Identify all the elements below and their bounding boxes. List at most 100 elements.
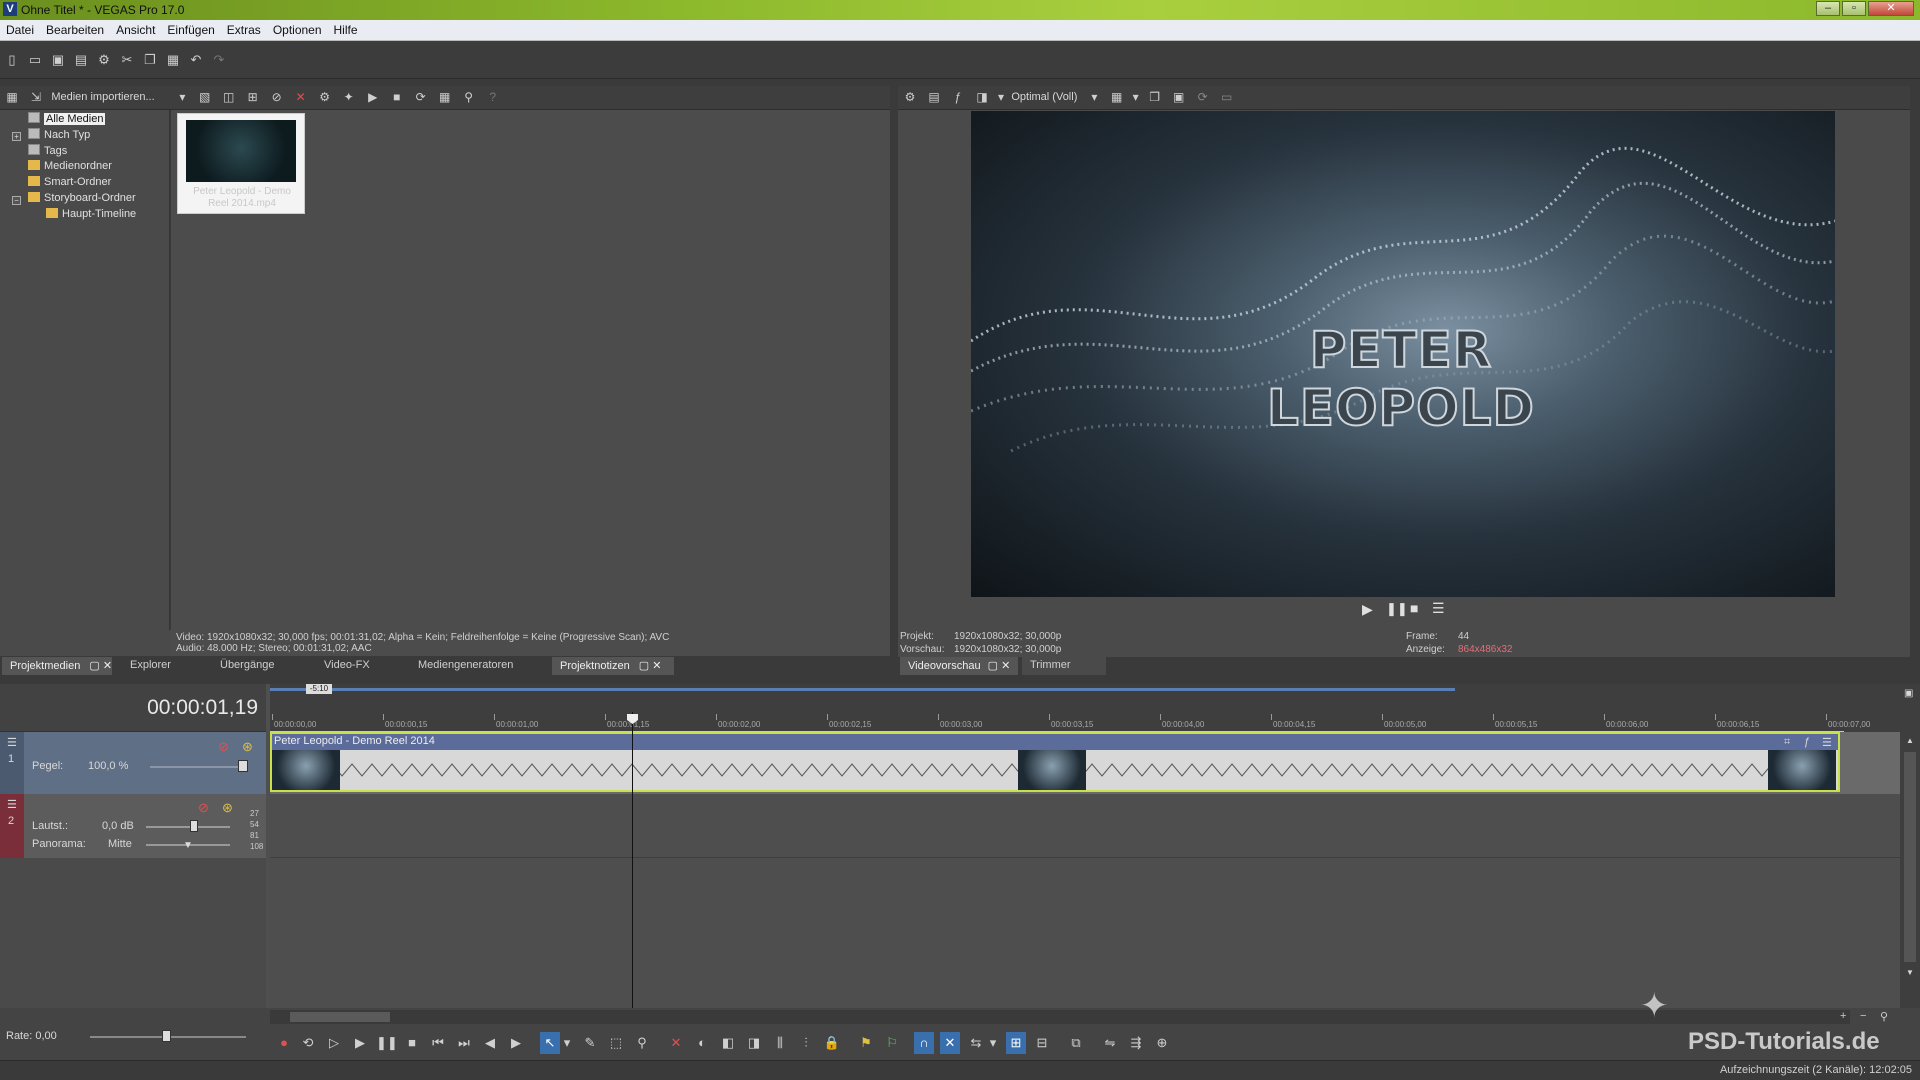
sync-icon[interactable]: ⟳ xyxy=(1194,88,1212,106)
tab-close-icon[interactable]: ✕ xyxy=(103,660,112,672)
track-menu-icon[interactable]: ☰ xyxy=(7,798,24,811)
insert-region-icon[interactable]: ⚐ xyxy=(882,1032,902,1054)
undock-icon[interactable]: ▢ xyxy=(89,660,99,672)
dropdown-icon[interactable]: ▾ xyxy=(997,88,1005,106)
track1-level-thumb[interactable] xyxy=(238,760,248,772)
undock-icon[interactable]: ▢ xyxy=(988,660,998,672)
clip-crop-icon[interactable]: ⌗ xyxy=(1784,736,1790,749)
collapse-icon[interactable]: − xyxy=(12,196,21,205)
mute-icon[interactable]: ⊘ xyxy=(218,739,229,755)
video-fx-icon[interactable]: ƒ xyxy=(949,88,967,106)
track-menu-icon[interactable]: ☰ xyxy=(7,736,24,749)
new-file-icon[interactable]: ▯ xyxy=(4,52,20,68)
ripple-mode-icon[interactable]: ⇆ xyxy=(966,1032,986,1054)
dropdown-icon[interactable]: ▾ xyxy=(1090,88,1098,106)
tree-item-nach-typ[interactable]: Nach Typ xyxy=(28,128,90,144)
tab-uebergaenge[interactable]: Übergänge xyxy=(212,657,282,675)
menu-extras[interactable]: Extras xyxy=(221,20,267,37)
tab-projektmedien[interactable]: Projektmedien ▢ ✕ xyxy=(2,657,112,675)
go-to-end-icon[interactable]: ⏭ xyxy=(454,1032,474,1054)
insert-marker-icon[interactable]: ⚑ xyxy=(856,1032,876,1054)
previous-frame-icon[interactable]: ◀ xyxy=(480,1032,500,1054)
loop-playback-icon[interactable]: ⟲ xyxy=(298,1032,318,1054)
vertical-scroll-thumb[interactable] xyxy=(1904,752,1916,962)
timeline-ruler[interactable]: -5:10 00:00:00,00 00:00:00,15 00:00:01,00 0… xyxy=(270,684,1900,733)
undo-icon[interactable]: ↶ xyxy=(188,52,204,68)
properties-gear-icon[interactable]: ⚙ xyxy=(96,52,112,68)
playhead-line[interactable] xyxy=(632,712,633,1008)
scroll-up-icon[interactable]: ▲ xyxy=(1906,736,1920,745)
tab-videovorschau[interactable]: Videovorschau ▢ ✕ xyxy=(900,657,1018,675)
ignore-grouping-icon[interactable]: ⊟ xyxy=(1032,1032,1052,1054)
tab-projektnotizen[interactable]: Projektnotizen ▢ ✕ xyxy=(552,657,674,675)
envelope-tool-icon[interactable]: ✎ xyxy=(580,1032,600,1054)
capture-icon[interactable]: ▧ xyxy=(196,88,214,106)
mute-icon[interactable]: ⊘ xyxy=(198,800,209,816)
expand-icon[interactable]: + xyxy=(12,132,21,141)
menu-hilfe[interactable]: Hilfe xyxy=(328,20,364,37)
dropdown-icon[interactable]: ▾ xyxy=(562,1032,572,1054)
trim-start-icon[interactable]: ◧ xyxy=(718,1032,738,1054)
next-frame-icon[interactable]: ▶ xyxy=(506,1032,526,1054)
preview-settings-gear-icon[interactable]: ⚙ xyxy=(901,88,919,106)
selection-tool-icon[interactable]: ⬚ xyxy=(606,1032,626,1054)
track2-volume-thumb[interactable] xyxy=(190,820,198,832)
track2-header[interactable]: ☰ 2 ⊘ ⊛ Lautst.: 0,0 dB Panorama: Mitte … xyxy=(0,794,266,858)
menu-einfuegen[interactable]: Einfügen xyxy=(161,20,220,37)
preview-menu-icon[interactable]: ☰ xyxy=(1432,600,1445,617)
delete-icon[interactable]: ✕ xyxy=(666,1032,686,1054)
sync-cursor-icon[interactable]: ⇋ xyxy=(1100,1032,1120,1054)
undock-icon[interactable]: ▢ xyxy=(639,660,649,672)
import-media-button[interactable]: Medien importieren... xyxy=(51,91,175,103)
redo-icon[interactable]: ↷ xyxy=(211,52,227,68)
tree-item-tags[interactable]: Tags xyxy=(28,144,67,160)
zoom-in-icon[interactable]: + xyxy=(1840,1010,1846,1022)
horizontal-scroll-thumb[interactable] xyxy=(290,1012,390,1022)
marker-icon[interactable]: ▣ xyxy=(1904,688,1920,699)
zoom-out-icon[interactable]: − xyxy=(1860,1010,1866,1022)
display-icon[interactable]: ▭ xyxy=(1218,88,1236,106)
view-icon[interactable]: ▦ xyxy=(436,88,454,106)
scroll-down-icon[interactable]: ▼ xyxy=(1906,968,1914,977)
stop-icon[interactable]: ■ xyxy=(402,1032,422,1054)
clip-fx-icon[interactable]: ƒ xyxy=(1804,736,1810,748)
open-folder-icon[interactable]: ▭ xyxy=(27,52,43,68)
pause-icon[interactable]: ❚❚ xyxy=(376,1032,398,1054)
split-icon[interactable]: ⫼ xyxy=(770,1032,790,1054)
record-icon[interactable]: ● xyxy=(274,1032,294,1054)
preview-quality-select[interactable]: Optimal (Voll) xyxy=(1011,91,1087,103)
help-icon[interactable]: ? xyxy=(484,88,502,106)
tree-item-smart-ordner[interactable]: Smart-Ordner xyxy=(28,176,111,192)
get-media-icon[interactable]: ⊞ xyxy=(244,88,262,106)
track2-pan-thumb[interactable]: ▼ xyxy=(183,840,193,851)
play-from-start-icon[interactable]: ▷ xyxy=(324,1032,344,1054)
tab-mediengeneratoren[interactable]: Mediengeneratoren xyxy=(410,657,521,675)
vertical-scrollbar[interactable]: ▲ ▼ xyxy=(1900,732,1920,1008)
track1-level-slider[interactable] xyxy=(150,766,244,768)
solo-icon[interactable]: ⊛ xyxy=(222,800,233,816)
snapping-icon[interactable]: ∩ xyxy=(914,1032,934,1054)
dropdown-icon[interactable]: ▾ xyxy=(988,1032,998,1054)
save-as-icon[interactable]: ▤ xyxy=(73,52,89,68)
media-properties-icon[interactable]: ⚙ xyxy=(316,88,334,106)
remove-icon[interactable]: ✕ xyxy=(292,88,310,106)
track1-header[interactable]: ☰ 1 ⊘ ⊛ Pegel: 100,0 % xyxy=(0,732,266,794)
tab-close-icon[interactable]: ✕ xyxy=(1001,660,1010,672)
tree-item-medienordner[interactable]: Medienordner xyxy=(28,160,112,176)
trim-icon[interactable]: ◐ xyxy=(692,1032,712,1054)
tree-item-haupt-timeline[interactable]: Haupt-Timeline xyxy=(46,208,136,224)
trim-end-icon[interactable]: ◨ xyxy=(744,1032,764,1054)
dropdown-icon[interactable]: ▾ xyxy=(178,88,186,106)
device-icon[interactable]: ▤ xyxy=(925,88,943,106)
preview-play-icon[interactable]: ▶ xyxy=(1362,601,1373,618)
copy-icon[interactable]: ❐ xyxy=(142,52,158,68)
normal-edit-tool-icon[interactable]: ↖ xyxy=(540,1032,560,1054)
stop-icon[interactable]: ■ xyxy=(388,88,406,106)
tree-item-storyboard-ordner[interactable]: Storyboard-Ordner xyxy=(28,192,136,208)
tab-video-fx[interactable]: Video-FX xyxy=(316,657,378,675)
lock-envelopes-icon[interactable]: ⊞ xyxy=(1006,1032,1026,1054)
auto-preview-icon[interactable]: ⟳ xyxy=(412,88,430,106)
multicamera-icon[interactable]: ⧉ xyxy=(1066,1032,1086,1054)
media-thumbnail-card[interactable]: Peter Leopold - Demo Reel 2014.mp4 xyxy=(177,113,305,214)
track2-volume-slider[interactable] xyxy=(146,826,230,828)
